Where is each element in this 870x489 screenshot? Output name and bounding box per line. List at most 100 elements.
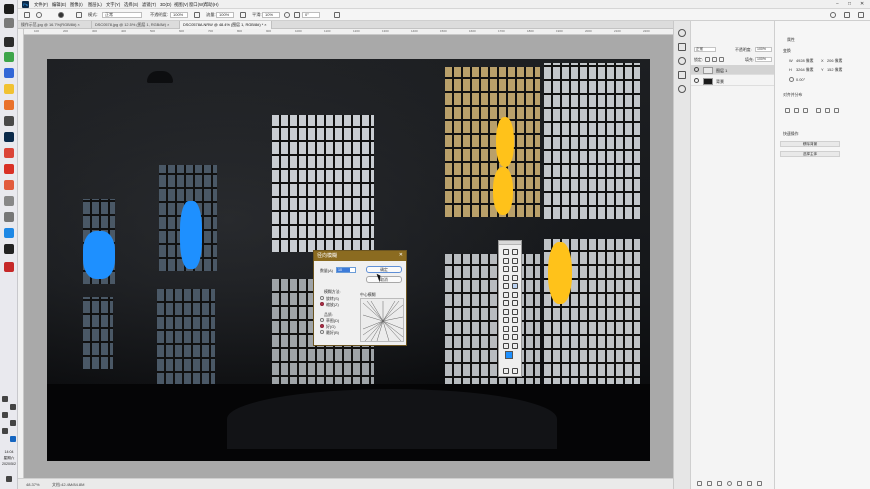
photoshop-taskbar-icon[interactable] (4, 132, 14, 142)
document-size[interactable]: 文档:42.4M/84.8M (52, 482, 84, 488)
adjustments-icon[interactable] (678, 57, 686, 65)
lock-all-icon[interactable] (719, 57, 724, 62)
align-middle-icon[interactable] (825, 108, 830, 113)
tab-document-1[interactable]: 操作示范.jpg @ 16.7%(RGB/8#) × (18, 21, 92, 29)
align-section-title[interactable]: 对齐并分布 (783, 92, 802, 98)
menu-3d[interactable]: 3D(D) (160, 2, 171, 7)
method-spin-radio[interactable] (320, 296, 324, 300)
method-zoom-radio[interactable] (320, 302, 324, 306)
align-bottom-icon[interactable] (834, 108, 839, 113)
minimize-button[interactable]: − (836, 1, 839, 7)
fill-field[interactable]: 100% (755, 57, 772, 62)
angle-value[interactable]: 0.00° (796, 77, 805, 82)
network-icon[interactable] (10, 420, 16, 426)
app-green-icon[interactable] (4, 52, 14, 62)
cancel-button[interactable]: 取消 (366, 276, 402, 283)
lasso-tool-icon[interactable] (512, 257, 518, 264)
blur-center-preview[interactable] (360, 298, 404, 342)
menu-help[interactable]: 帮助(H) (204, 2, 219, 8)
opacity-field[interactable]: 100% (170, 11, 188, 18)
align-center-icon[interactable] (794, 108, 799, 113)
blur-tool-icon[interactable] (503, 308, 509, 315)
app-red2-icon[interactable] (4, 180, 14, 190)
zoom-tool-icon[interactable] (512, 334, 518, 340)
brush-tool-icon[interactable] (36, 12, 42, 18)
tray-icon[interactable] (2, 412, 8, 418)
width-value[interactable]: 4928 像素 (796, 58, 814, 64)
store-icon[interactable] (4, 37, 14, 47)
select-subject-button[interactable]: 选择主体 (780, 151, 840, 157)
menu-image[interactable]: 图像(I) (70, 2, 83, 8)
quick-mask-icon[interactable] (503, 368, 509, 374)
foreground-color-swatch[interactable] (505, 351, 513, 359)
path-select-tool-icon[interactable] (503, 325, 509, 332)
dialog-close-icon[interactable]: ✕ (399, 252, 403, 258)
delete-layer-icon[interactable] (757, 481, 762, 486)
hand-tool-icon[interactable] (503, 334, 509, 340)
history-brush-tool-icon[interactable] (512, 291, 518, 298)
amount-input[interactable]: 10 (336, 267, 356, 273)
group-icon[interactable] (737, 481, 742, 486)
airbrush-icon[interactable] (240, 12, 246, 18)
new-layer-icon[interactable] (747, 481, 752, 486)
remove-background-button[interactable]: 移除背景 (780, 141, 840, 147)
add-mask-icon[interactable] (717, 481, 722, 486)
smooth-field[interactable]: 10% (262, 11, 280, 18)
more-tools-icon[interactable] (512, 342, 518, 349)
history-icon[interactable] (678, 29, 686, 37)
visibility-eye-icon[interactable] (694, 67, 699, 72)
flow-field[interactable]: 100% (216, 11, 234, 18)
menu-type[interactable]: 文字(Y) (106, 2, 120, 8)
app-red3-icon[interactable] (4, 262, 14, 272)
app-blue-icon[interactable] (4, 228, 14, 238)
artboard-tool-icon[interactable] (512, 249, 518, 255)
zoom-level[interactable]: 48.37% (26, 482, 40, 487)
share-icon[interactable] (858, 12, 864, 18)
app-browser-icon[interactable] (4, 68, 14, 78)
dialog-title[interactable]: 径向模糊 (314, 251, 406, 261)
align-top-icon[interactable] (816, 108, 821, 113)
tab-document-2[interactable]: DSC0578.jpg @ 12.5% (图层 1, RGB/8#) × (92, 21, 180, 29)
lock-position-icon[interactable] (712, 57, 717, 62)
align-left-icon[interactable] (785, 108, 790, 113)
smoothing-options-icon[interactable] (284, 12, 290, 18)
fx-icon[interactable] (707, 481, 712, 486)
menu-layer[interactable]: 图层(L) (88, 2, 102, 8)
layer-row[interactable]: 背景 (691, 76, 775, 86)
shape-tool-icon[interactable] (512, 325, 518, 332)
notification-icon[interactable] (6, 476, 12, 482)
menu-select[interactable]: 选择(S) (124, 2, 138, 8)
layer-row[interactable]: 图层 1 (691, 65, 775, 75)
tab-document-3[interactable]: DSC0578A.NRW @ 48.4% (图层 1, RGB/8#) * × (180, 21, 272, 29)
app-orange-icon[interactable] (4, 100, 14, 110)
eyedropper-tool-icon[interactable] (512, 274, 518, 281)
volume-icon[interactable] (2, 428, 8, 434)
angle-field[interactable]: 0° (302, 11, 320, 18)
tray-icon[interactable] (2, 396, 8, 402)
menu-edit[interactable]: 编辑(E) (52, 2, 66, 8)
close-button[interactable]: ✕ (860, 1, 864, 7)
tools-panel-header[interactable] (499, 241, 521, 245)
app-gray-icon[interactable] (4, 196, 14, 206)
chrome-icon[interactable] (4, 148, 14, 158)
quality-good-radio[interactable] (320, 324, 324, 328)
menu-view[interactable]: 视图(V) (174, 2, 188, 8)
start-icon[interactable] (4, 4, 14, 14)
properties-tab[interactable]: 属性 (787, 37, 795, 43)
app-gray2-icon[interactable] (4, 212, 14, 222)
brush-settings-icon[interactable] (76, 12, 82, 18)
visibility-eye-icon[interactable] (694, 78, 699, 83)
app-black-icon[interactable] (4, 244, 14, 254)
brush-tool-icon[interactable] (512, 283, 518, 289)
brush-panel-icon[interactable] (678, 71, 686, 79)
quick-select-tool-icon[interactable] (503, 266, 509, 272)
pressure-size-icon[interactable] (334, 12, 340, 18)
marquee-tool-icon[interactable] (503, 257, 509, 264)
quality-draft-radio[interactable] (320, 318, 324, 322)
height-value[interactable]: 3264 像素 (796, 67, 814, 73)
menu-file[interactable]: 文件(F) (34, 2, 48, 8)
workspace-icon[interactable] (844, 12, 850, 18)
type-tool-icon[interactable] (512, 317, 518, 323)
y-value[interactable]: 152 像素 (827, 67, 842, 73)
pen-tool-icon[interactable] (503, 317, 509, 323)
